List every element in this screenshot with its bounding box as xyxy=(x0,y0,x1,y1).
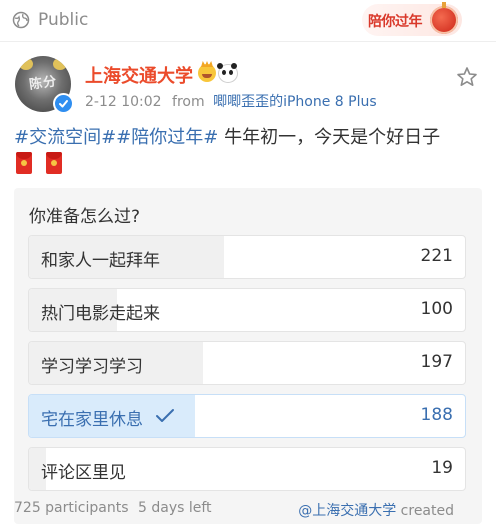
visibility-label: Public xyxy=(38,10,89,30)
red-envelope-icon xyxy=(46,152,62,174)
globe-icon xyxy=(12,11,30,29)
post-body-text: 牛年初一，今天是个好日子 xyxy=(218,127,441,148)
participant-count: 725 participants xyxy=(14,500,129,516)
ox-ornament-icon xyxy=(53,58,67,70)
hashtag-link[interactable]: #交流空间# xyxy=(14,127,116,148)
lantern-icon xyxy=(430,2,458,34)
vote-card: 你准备怎么过? 和家人一起拜年 221 热门电影走起来 100 学习学习学习 1… xyxy=(14,188,482,524)
vote-option[interactable]: 和家人一起拜年 221 xyxy=(28,235,466,279)
creator-info: @上海交通大学 created xyxy=(298,500,454,520)
vote-option[interactable]: 评论区里见 19 xyxy=(28,447,466,491)
vote-question: 你准备怎么过? xyxy=(29,207,141,227)
vote-option-selected[interactable]: 宅在家里休息 188 xyxy=(28,394,466,438)
verified-icon xyxy=(53,93,74,114)
top-bar: Public 陪你过年 xyxy=(0,0,496,40)
vote-option-count: 197 xyxy=(420,352,453,372)
vote-option-count: 221 xyxy=(420,246,453,266)
creator-link[interactable]: @上海交通大学 xyxy=(298,503,396,519)
author-name[interactable]: 上海交通大学 xyxy=(85,62,193,88)
vote-option-label: 学习学习学习 xyxy=(41,357,143,377)
post-time: 2-12 10:02 xyxy=(85,94,162,110)
avatar-text: 陈分 xyxy=(28,74,59,93)
post-content: #交流空间##陪你过年# 牛年初一，今天是个好日子 xyxy=(14,123,440,149)
vote-option-count: 188 xyxy=(420,405,453,425)
vote-option-label: 宅在家里休息 xyxy=(41,410,143,430)
ox-ornament-icon xyxy=(19,58,33,70)
vote-option[interactable]: 学习学习学习 197 xyxy=(28,341,466,385)
post-source[interactable]: 唧唧歪歪的iPhone 8 Plus xyxy=(213,94,377,110)
from-label: from xyxy=(172,94,205,110)
checkmark-icon xyxy=(156,409,174,422)
favorite-star-icon[interactable] xyxy=(456,66,478,88)
crown-face-emoji-icon xyxy=(198,64,216,82)
hashtag-link[interactable]: #陪你过年# xyxy=(116,127,218,148)
festival-badge-text: 陪你过年 xyxy=(368,14,423,30)
vote-option-label: 热门电影走起来 xyxy=(41,304,160,324)
festival-badge[interactable]: 陪你过年 xyxy=(362,2,462,36)
vote-option-label: 和家人一起拜年 xyxy=(41,251,160,271)
vote-option-label: 评论区里见 xyxy=(41,463,126,483)
red-envelope-icon xyxy=(16,152,32,174)
panda-emoji-icon xyxy=(217,63,238,83)
vote-option-count: 19 xyxy=(431,458,453,478)
post-meta: 2-12 10:02 from 唧唧歪歪的iPhone 8 Plus xyxy=(85,91,377,111)
vote-option-count: 100 xyxy=(420,299,453,319)
divider xyxy=(0,41,496,42)
vote-deadline: 5 days left xyxy=(138,500,212,516)
vote-option[interactable]: 热门电影走起来 100 xyxy=(28,288,466,332)
created-label: created xyxy=(400,503,454,519)
